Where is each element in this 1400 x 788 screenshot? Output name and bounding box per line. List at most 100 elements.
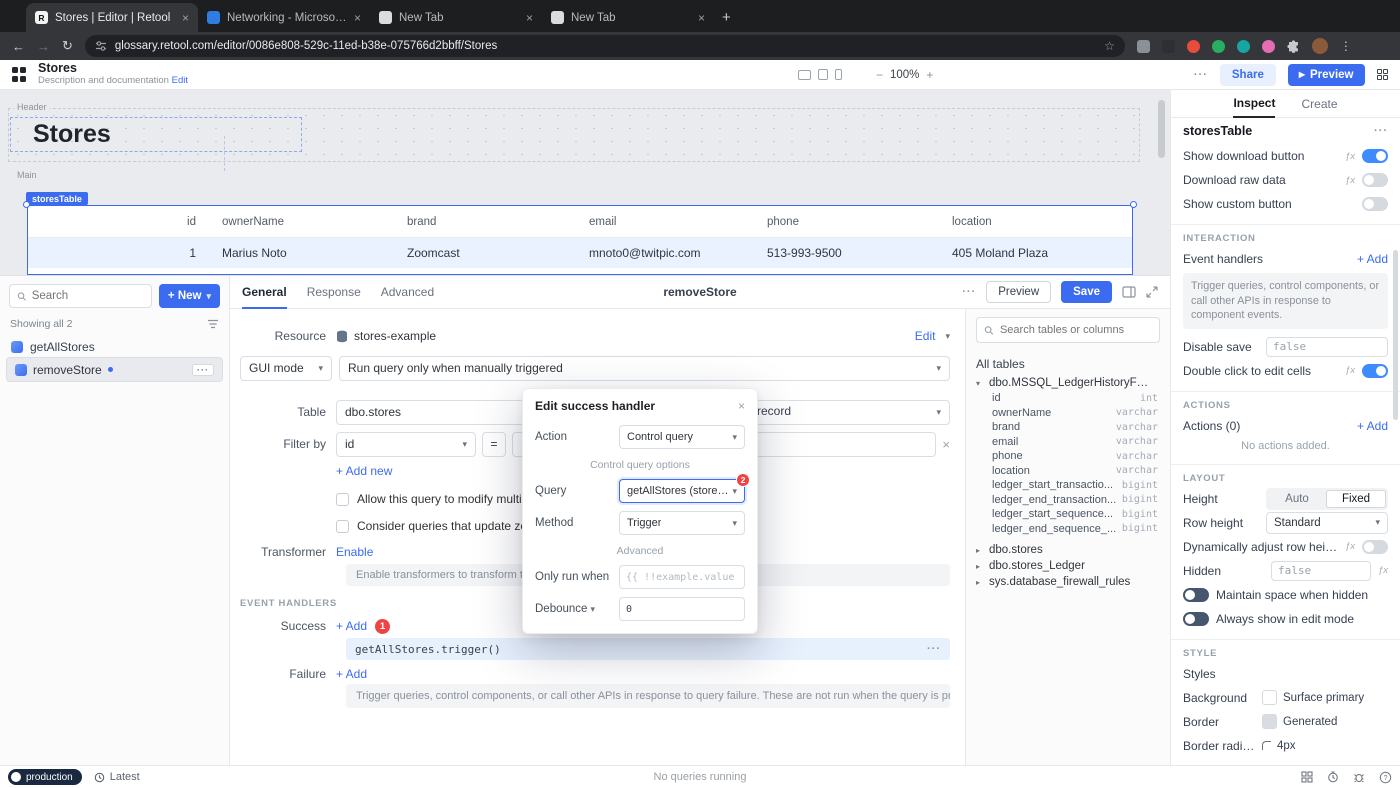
tab-advanced[interactable]: Advanced xyxy=(381,276,434,309)
tablet-viewport-icon[interactable] xyxy=(818,69,828,80)
double-click-toggle[interactable] xyxy=(1362,364,1388,378)
expand-icon[interactable] xyxy=(1146,286,1158,298)
caret-down-icon[interactable]: ▾ xyxy=(976,379,985,388)
disable-save-input[interactable]: false xyxy=(1266,337,1388,357)
enable-transformer-link[interactable]: Enable xyxy=(336,545,373,559)
always-show-toggle[interactable] xyxy=(1183,612,1209,626)
schema-column[interactable]: brandvarchar xyxy=(966,420,1170,435)
fx-icon[interactable]: ƒx xyxy=(1378,565,1388,576)
fx-icon[interactable]: ƒx xyxy=(1345,541,1355,552)
profile-avatar[interactable] xyxy=(1312,38,1328,54)
cell-id[interactable]: 1 xyxy=(28,246,206,260)
forward-icon[interactable]: → xyxy=(37,39,50,54)
app-menu-icon[interactable] xyxy=(12,67,28,83)
query-select[interactable]: getAllStores (stores-ex...▾ 2 xyxy=(619,479,745,503)
cell-brand[interactable]: Zoomcast xyxy=(391,246,573,260)
zoom-level[interactable]: 100% xyxy=(890,69,919,81)
component-more-icon[interactable]: ··· xyxy=(1374,125,1388,137)
header-more-icon[interactable]: ··· xyxy=(1194,69,1208,81)
close-icon[interactable]: × xyxy=(738,399,745,413)
extension-icon[interactable] xyxy=(1212,40,1225,53)
extension-icon[interactable] xyxy=(1187,40,1200,53)
background-value[interactable]: Surface primary xyxy=(1283,692,1364,704)
components-grid-icon[interactable] xyxy=(1301,771,1313,783)
download-raw-toggle[interactable] xyxy=(1362,173,1388,187)
action-select[interactable]: Control query▾ xyxy=(619,425,745,449)
query-more-icon[interactable]: ··· xyxy=(192,364,214,376)
help-icon[interactable]: ? xyxy=(1379,771,1392,784)
multiple-rows-checkbox[interactable] xyxy=(336,493,349,506)
row-height-select[interactable]: Standard▾ xyxy=(1266,512,1388,534)
schema-column[interactable]: ledger_end_transaction...bigint xyxy=(966,493,1170,508)
height-auto-option[interactable]: Auto xyxy=(1268,490,1326,508)
share-button[interactable]: Share xyxy=(1220,64,1276,86)
mobile-viewport-icon[interactable] xyxy=(835,69,842,80)
query-preview-button[interactable]: Preview xyxy=(986,281,1051,303)
column-header[interactable]: location xyxy=(936,216,1132,228)
tab-general[interactable]: General xyxy=(242,276,287,309)
close-icon[interactable]: × xyxy=(182,11,189,25)
component-tag[interactable]: storesTable xyxy=(26,192,88,205)
stores-table-component[interactable]: id ownerName brand email phone location … xyxy=(27,205,1133,275)
browser-tab-new-1[interactable]: New Tab × xyxy=(370,3,542,32)
query-save-button[interactable]: Save xyxy=(1061,281,1112,303)
browser-menu-icon[interactable]: ⋮ xyxy=(1340,39,1352,53)
browser-tab-retool[interactable]: R Stores | Editor | Retool × xyxy=(26,3,198,32)
cell-email[interactable]: mnoto0@twitpic.com xyxy=(573,246,751,260)
environment-toggle[interactable]: production xyxy=(8,769,82,785)
schema-search-box[interactable] xyxy=(976,317,1160,343)
extensions-puzzle-icon[interactable] xyxy=(1287,40,1300,53)
schema-column[interactable]: emailvarchar xyxy=(966,435,1170,450)
border-value[interactable]: Generated xyxy=(1283,716,1337,728)
url-text[interactable]: glossary.retool.com/editor/0086e808-529c… xyxy=(115,40,1096,52)
schema-column[interactable]: phonevarchar xyxy=(966,449,1170,464)
caret-right-icon[interactable]: ▸ xyxy=(976,562,985,571)
schema-table-stores-ledger[interactable]: ▸ dbo.stores_Ledger xyxy=(966,558,1170,574)
zoom-out-button[interactable]: − xyxy=(876,68,883,82)
dynamic-row-height-toggle[interactable] xyxy=(1362,540,1388,554)
maintain-space-toggle[interactable] xyxy=(1183,588,1209,602)
fx-icon[interactable]: ƒx xyxy=(1345,151,1355,162)
close-icon[interactable]: × xyxy=(354,11,361,25)
cell-location[interactable]: 405 Moland Plaza xyxy=(936,246,1132,260)
schema-table-firewall-rules[interactable]: ▸ sys.database_firewall_rules xyxy=(966,574,1170,590)
show-custom-toggle[interactable] xyxy=(1362,197,1388,211)
extension-icon[interactable] xyxy=(1262,40,1275,53)
panels-grid-icon[interactable] xyxy=(1377,69,1389,81)
tab-inspect[interactable]: Inspect xyxy=(1233,90,1275,118)
bookmark-star-icon[interactable]: ☆ xyxy=(1104,39,1115,53)
debounce-label[interactable]: Debounce ▾ xyxy=(535,603,595,615)
reload-icon[interactable]: ↻ xyxy=(62,38,73,54)
app-canvas[interactable]: Header Stores Main storesTable id ownerN… xyxy=(0,90,1170,275)
version-selector[interactable]: Latest xyxy=(94,771,140,783)
extension-icon[interactable] xyxy=(1162,40,1175,53)
debug-icon[interactable] xyxy=(1353,771,1365,783)
gui-mode-select[interactable]: GUI mode▾ xyxy=(240,356,332,381)
extension-icon[interactable] xyxy=(1137,40,1150,53)
browser-tab-new-2[interactable]: New Tab × xyxy=(542,3,714,32)
run-mode-select[interactable]: Run query only when manually triggered▾ xyxy=(339,356,950,381)
query-list-item-removeStore[interactable]: removeStore ··· xyxy=(6,357,223,382)
success-handler-chip[interactable]: getAllStores.trigger() ··· xyxy=(346,638,950,660)
add-success-handler-link[interactable]: + Add xyxy=(336,619,367,633)
canvas-scrollbar[interactable] xyxy=(1158,100,1165,158)
new-tab-button[interactable]: + xyxy=(722,9,731,26)
schema-search-input[interactable] xyxy=(1000,324,1152,336)
preview-button[interactable]: ▶ Preview xyxy=(1288,64,1365,86)
tab-response[interactable]: Response xyxy=(307,276,361,309)
schema-column[interactable]: ownerNamevarchar xyxy=(966,406,1170,421)
resize-handle[interactable] xyxy=(23,201,30,208)
fx-icon[interactable]: ƒx xyxy=(1345,175,1355,186)
cell-ownerName[interactable]: Marius Noto xyxy=(206,246,391,260)
column-header[interactable]: brand xyxy=(391,216,573,228)
zoom-in-button[interactable]: + xyxy=(926,68,933,82)
filter-field-select[interactable]: id▾ xyxy=(336,432,476,457)
omnibox[interactable]: glossary.retool.com/editor/0086e808-529c… xyxy=(85,35,1125,57)
resize-handle[interactable] xyxy=(1130,201,1137,208)
edit-resource-link[interactable]: Edit xyxy=(915,329,936,343)
debounce-input[interactable] xyxy=(619,597,745,621)
schema-table-expanded[interactable]: ▾ dbo.MSSQL_LedgerHistoryFor_15255... xyxy=(966,375,1170,391)
handler-more-icon[interactable]: ··· xyxy=(927,643,941,655)
hidden-input[interactable]: false xyxy=(1271,561,1371,581)
filter-operator-select[interactable]: = xyxy=(482,432,506,457)
